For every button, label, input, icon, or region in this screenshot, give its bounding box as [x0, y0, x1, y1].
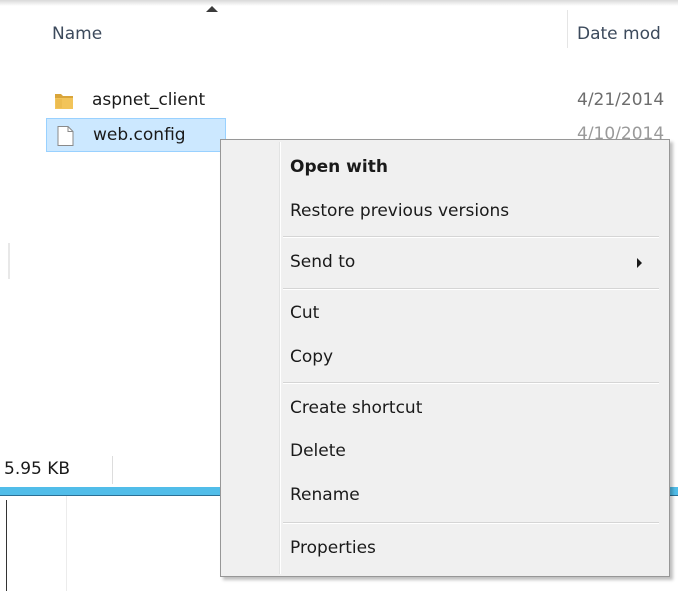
column-separator[interactable]: [567, 10, 568, 48]
menu-item-label: Create shortcut: [290, 398, 423, 418]
menu-item-label: Send to: [290, 252, 356, 272]
menu-item-label: Delete: [290, 441, 346, 461]
menu-item-label: Properties: [290, 538, 376, 558]
column-header-date-modified[interactable]: Date mod: [577, 24, 661, 44]
menu-item-label: Rename: [290, 485, 360, 505]
column-header-name[interactable]: Name: [52, 24, 102, 44]
menu-separator: [283, 382, 659, 384]
menu-item-cut[interactable]: Cut: [223, 294, 667, 334]
menu-item-copy[interactable]: Copy: [223, 338, 667, 378]
menu-item-label: Copy: [290, 347, 334, 367]
menu-item-properties[interactable]: Properties: [223, 529, 667, 569]
file-icon: [57, 126, 74, 146]
lower-pane-divider: [66, 496, 67, 591]
status-selected-size: 5.95 KB: [4, 459, 71, 479]
menu-separator: [283, 288, 659, 290]
file-row-aspnet-client[interactable]: aspnet_client: [46, 84, 236, 118]
folder-icon: [55, 94, 73, 109]
menu-item-label: Restore previous versions: [290, 201, 510, 221]
file-name: web.config: [93, 125, 186, 145]
file-date: 4/21/2014: [577, 90, 665, 110]
submenu-arrow-icon: [637, 258, 642, 268]
file-row-web-config[interactable]: web.config: [46, 118, 226, 152]
menu-item-label: Open with: [290, 157, 388, 177]
menu-separator: [283, 522, 659, 524]
menu-item-rename[interactable]: Rename: [223, 476, 667, 516]
status-separator: [112, 456, 113, 484]
menu-item-label: Cut: [290, 303, 320, 323]
menu-item-open-with[interactable]: Open with: [223, 148, 667, 188]
window-edge: [6, 500, 7, 591]
pane-edge: [8, 243, 10, 279]
menu-item-delete[interactable]: Delete: [223, 432, 667, 472]
sort-ascending-icon: [206, 6, 218, 12]
file-name: aspnet_client: [92, 90, 206, 110]
menu-item-send-to[interactable]: Send to: [223, 243, 667, 283]
context-menu: Open with Restore previous versions Send…: [220, 139, 670, 577]
menu-item-restore-previous-versions[interactable]: Restore previous versions: [223, 192, 667, 232]
header-shadow: [0, 0, 678, 6]
menu-item-create-shortcut[interactable]: Create shortcut: [223, 389, 667, 429]
menu-separator: [283, 236, 659, 238]
